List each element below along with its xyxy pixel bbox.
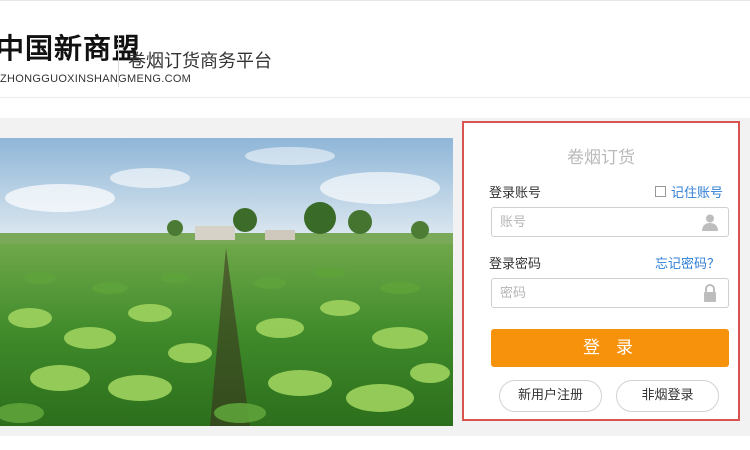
checkbox-icon[interactable] xyxy=(655,186,666,197)
logo-domain: ZHONGGUOXINSHANGMENG.COM xyxy=(0,73,192,85)
login-title: 卷烟订货 xyxy=(567,148,635,168)
lock-icon xyxy=(704,283,716,302)
header-divider xyxy=(118,35,119,87)
forgot-password-link[interactable]: 忘记密码？ xyxy=(655,253,720,272)
non-tobacco-login-button[interactable]: 非烟登录 xyxy=(616,380,719,412)
account-field[interactable] xyxy=(491,207,729,237)
platform-name: 卷烟订货商务平台 xyxy=(128,51,272,72)
login-panel: 卷烟订货 登录账号 记住账号 登录密码 忘记密码？ 登录 新用户注册 非烟登录 xyxy=(462,121,740,421)
password-label: 登录密码 xyxy=(489,257,542,272)
password-input[interactable] xyxy=(500,279,690,307)
remember-account-checkbox[interactable]: 记住账号 xyxy=(655,182,723,201)
login-button[interactable]: 登录 xyxy=(491,329,729,367)
account-label: 登录账号 xyxy=(489,186,542,201)
logo-text[interactable]: 中国新商盟 xyxy=(0,33,141,65)
remember-account-label[interactable]: 记住账号 xyxy=(671,182,723,201)
tobacco-field-photo xyxy=(0,138,453,426)
account-input[interactable] xyxy=(500,208,690,236)
register-button[interactable]: 新用户注册 xyxy=(499,380,602,412)
password-field[interactable] xyxy=(491,278,729,308)
site-header: 中国新商盟 ZHONGGUOXINSHANGMENG.COM 卷烟订货商务平台 xyxy=(0,0,750,98)
user-icon xyxy=(702,214,718,231)
